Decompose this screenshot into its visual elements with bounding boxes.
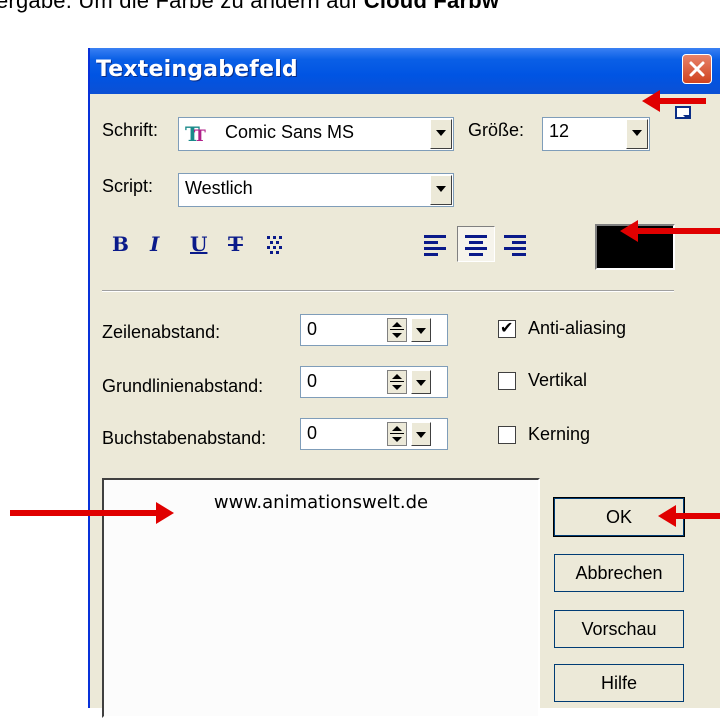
letter-spacing-label: Buchstabenabstand:: [102, 428, 267, 448]
annotation-arrow-ok: [658, 505, 720, 527]
font-label: Schrift:: [102, 120, 159, 140]
window-menu-icon[interactable]: [675, 106, 691, 122]
instruction-caption: ergabe. Um die Farbe zu ändern auf Cloud…: [0, 0, 499, 14]
kerning-checkbox[interactable]: [498, 426, 516, 444]
script-value: Westlich: [185, 178, 253, 198]
script-label: Script:: [102, 176, 154, 196]
kerning-label: Kerning: [528, 424, 591, 444]
title-bar[interactable]: Texteingabefeld: [90, 48, 720, 94]
size-dropdown-button[interactable]: [626, 119, 648, 149]
cancel-button[interactable]: Abbrechen: [554, 554, 684, 592]
baseline-spacing-updown[interactable]: [387, 370, 407, 394]
separator: [102, 290, 674, 292]
font-dropdown-button[interactable]: [430, 119, 452, 149]
baseline-spacing-spinner[interactable]: 0: [300, 366, 448, 398]
size-value: 12: [549, 121, 570, 141]
annotation-arrow-close: [642, 90, 706, 112]
letter-spacing-dropdown[interactable]: [411, 422, 431, 446]
align-center-button[interactable]: [457, 226, 495, 262]
anti-aliasing-checkbox[interactable]: [498, 318, 516, 338]
preview-button[interactable]: Vorschau: [554, 610, 684, 648]
bold-button[interactable]: B: [112, 232, 129, 256]
caption-bold: Cloud Farbw: [363, 0, 500, 13]
vertical-checkbox[interactable]: [498, 372, 516, 390]
dialog-title: Texteingabefeld: [96, 57, 298, 82]
size-label: Größe:: [468, 120, 525, 140]
baseline-spacing-dropdown[interactable]: [411, 370, 431, 394]
letter-spacing-spinner[interactable]: 0: [300, 418, 448, 450]
caption-prefix: ergabe. Um die Farbe zu ändern auf: [0, 0, 364, 13]
letter-spacing-value: 0: [307, 423, 318, 443]
italic-button[interactable]: I: [150, 232, 159, 256]
font-value: Comic Sans MS: [225, 122, 355, 142]
outline-text-icon[interactable]: [264, 234, 286, 256]
line-spacing-dropdown[interactable]: [411, 318, 431, 342]
align-left-icon[interactable]: [422, 232, 448, 256]
line-spacing-value: 0: [307, 319, 318, 339]
script-dropdown-button[interactable]: [430, 175, 452, 205]
line-spacing-label: Zeilenabstand:: [102, 322, 221, 342]
baseline-spacing-value: 0: [307, 371, 318, 391]
strikethrough-button[interactable]: T: [228, 232, 243, 256]
script-select[interactable]: Westlich: [178, 173, 454, 207]
close-button[interactable]: [682, 54, 712, 84]
close-icon: [689, 61, 705, 77]
help-button[interactable]: Hilfe: [554, 664, 684, 702]
line-spacing-updown[interactable]: [387, 318, 407, 342]
truetype-font-icon: TT: [185, 122, 206, 146]
annotation-arrow-color: [620, 220, 720, 242]
baseline-spacing-label: Grundlinienabstand:: [102, 376, 264, 396]
font-select[interactable]: TT Comic Sans MS: [178, 117, 454, 151]
anti-aliasing-label: Anti-aliasing: [528, 318, 627, 338]
underline-button[interactable]: U: [190, 232, 207, 256]
annotation-arrow-textarea: [10, 502, 174, 524]
letter-spacing-updown[interactable]: [387, 422, 407, 446]
align-center-icon: [465, 235, 487, 256]
line-spacing-spinner[interactable]: 0: [300, 314, 448, 346]
vertical-label: Vertikal: [528, 370, 588, 390]
align-right-icon[interactable]: [502, 232, 528, 256]
size-select[interactable]: 12: [542, 117, 650, 151]
